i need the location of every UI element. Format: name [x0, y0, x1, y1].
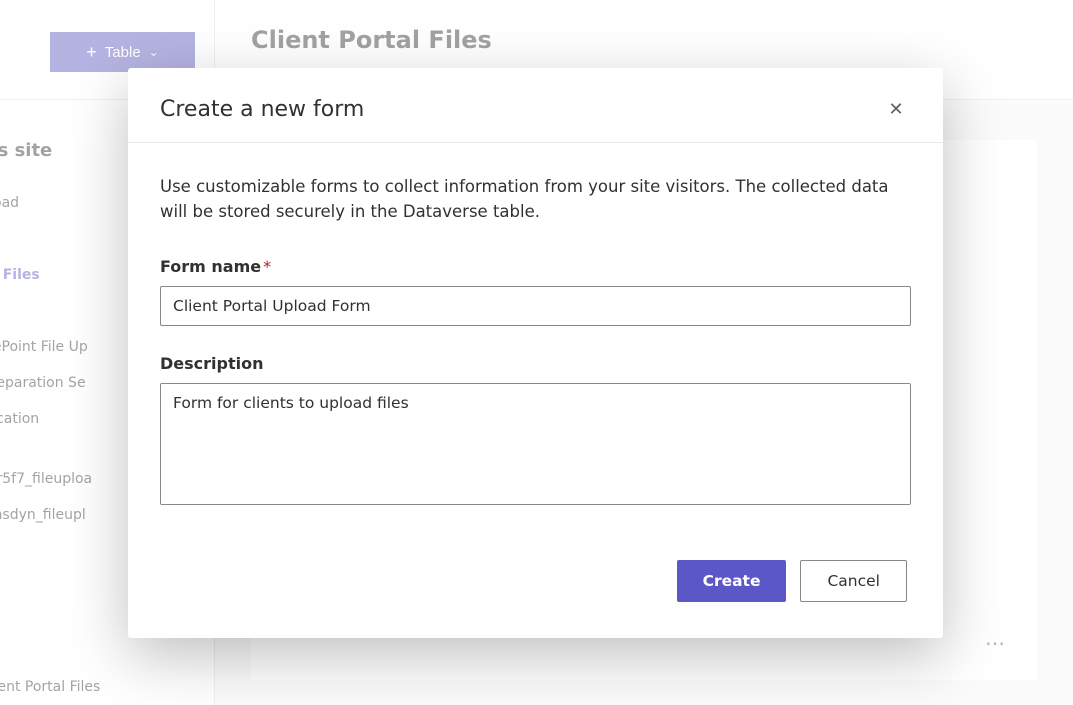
- plus-icon: +: [86, 42, 97, 63]
- modal-description: Use customizable forms to collect inform…: [160, 175, 911, 225]
- modal-header: Create a new form ✕: [128, 68, 943, 143]
- description-label: Description: [160, 354, 911, 373]
- description-input[interactable]: [160, 383, 911, 505]
- form-name-field: Form name*: [160, 257, 911, 326]
- sidebar-new-item[interactable]: t Client Portal Files: [0, 679, 100, 695]
- description-field: Description: [160, 354, 911, 509]
- modal-footer: Create Cancel: [128, 560, 943, 638]
- page-title: Client Portal Files: [251, 26, 492, 54]
- close-icon: ✕: [888, 99, 903, 119]
- form-name-label-text: Form name: [160, 257, 261, 276]
- form-name-input[interactable]: [160, 286, 911, 326]
- modal-title: Create a new form: [160, 97, 364, 122]
- form-name-label: Form name*: [160, 257, 911, 276]
- cancel-button[interactable]: Cancel: [800, 560, 907, 602]
- modal-body: Use customizable forms to collect inform…: [128, 143, 943, 560]
- close-button[interactable]: ✕: [881, 94, 911, 124]
- table-dropdown-button[interactable]: + Table ⌄: [50, 32, 195, 72]
- table-button-label: Table: [105, 44, 141, 61]
- create-button[interactable]: Create: [677, 560, 787, 602]
- required-asterisk: *: [263, 257, 271, 276]
- ellipsis-icon[interactable]: …: [985, 626, 1007, 650]
- create-form-modal: Create a new form ✕ Use customizable for…: [128, 68, 943, 638]
- chevron-down-icon: ⌄: [149, 45, 159, 59]
